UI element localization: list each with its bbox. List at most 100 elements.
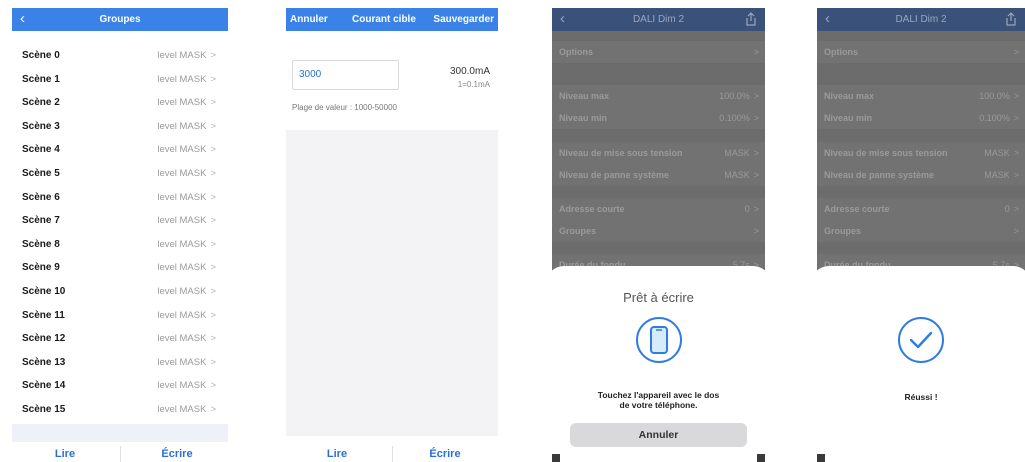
- list-item[interactable]: Scène 13 level MASK >: [12, 351, 228, 375]
- list-item[interactable]: Scène 3 level MASK >: [12, 115, 228, 139]
- setting-value: 0 >: [1005, 204, 1019, 214]
- settings-row: Niveau de mise sous tension MASK >: [552, 142, 765, 164]
- setting-value: MASK >: [984, 148, 1019, 158]
- chevron-right-icon: >: [210, 168, 216, 179]
- setting-name: Groupes: [824, 226, 862, 236]
- settings-row: Niveau de panne système MASK >: [817, 164, 1025, 186]
- scene-value: level MASK >: [157, 357, 216, 368]
- scene-name: Scène 15: [22, 404, 66, 415]
- chevron-right-icon: >: [210, 144, 216, 156]
- list-item[interactable]: Scène 6 level MASK >: [12, 186, 228, 210]
- reading-unit: 1=0.1mA: [457, 80, 490, 89]
- scene-name: Scène 14: [22, 380, 66, 392]
- sheet-title: Prêt à écrire: [623, 290, 694, 305]
- chevron-right-icon: >: [210, 191, 216, 203]
- list-item[interactable]: Scène 1 level MASK >: [12, 68, 228, 92]
- chevron-right-icon: >: [753, 113, 759, 123]
- scene-name: Scène 1: [22, 73, 60, 85]
- list-item[interactable]: Scène 8 level MASK >: [12, 233, 228, 257]
- scene-name: Scène 2: [22, 97, 60, 109]
- chevron-right-icon: >: [753, 91, 759, 101]
- current-value-input[interactable]: 3000: [292, 60, 399, 90]
- list-item[interactable]: Scène 10 level MASK >: [12, 280, 228, 304]
- corner-mark: [817, 454, 825, 462]
- ready-sheet: Prêt à écrire Touchez l'appareil avec le…: [552, 266, 765, 462]
- read-button[interactable]: Lire: [42, 448, 88, 460]
- scene-level: level MASK: [157, 73, 207, 85]
- scene-level: level MASK: [157, 356, 207, 368]
- list-item[interactable]: Scène 14 level MASK >: [12, 374, 228, 398]
- setting-value: 100.0% >: [719, 91, 759, 101]
- scene-level: level MASK: [157, 215, 207, 227]
- setting-value-text: MASK: [984, 170, 1010, 180]
- scene-name: Scène 9: [22, 262, 60, 274]
- chevron-right-icon: >: [210, 215, 216, 227]
- scene-value: level MASK >: [157, 168, 216, 179]
- setting-value: >: [1010, 226, 1019, 236]
- scene-value: level MASK >: [157, 74, 216, 85]
- scene-value: level MASK >: [157, 239, 216, 250]
- chevron-right-icon: >: [1013, 47, 1019, 57]
- chevron-right-icon: >: [210, 404, 216, 415]
- list-item[interactable]: Scène 11 level MASK >: [12, 304, 228, 328]
- list-item[interactable]: Scène 15 level MASK >: [12, 398, 228, 422]
- list-item[interactable]: Scène 2 level MASK >: [12, 91, 228, 115]
- current-reading: 300.0mA: [449, 66, 490, 77]
- device-header: ‹ DALI Dim 2: [817, 8, 1025, 31]
- setting-value: 100.0% >: [979, 91, 1019, 101]
- setting-value-text: MASK: [984, 148, 1010, 158]
- scene-name: Scène 4: [22, 144, 60, 156]
- setting-value: >: [1010, 47, 1019, 57]
- setting-value: MASK >: [984, 170, 1019, 180]
- chevron-right-icon: >: [1013, 204, 1019, 214]
- scene-value: level MASK >: [157, 380, 216, 391]
- setting-name: Niveau max: [559, 91, 610, 101]
- chevron-right-icon: >: [210, 286, 216, 297]
- list-item[interactable]: Scène 12 level MASK >: [12, 327, 228, 351]
- scene-level: level MASK: [157, 404, 207, 415]
- settings-row: Groupes >: [817, 220, 1025, 242]
- success-text: Réussi !: [904, 392, 938, 402]
- cancel-button[interactable]: Annuler: [570, 423, 747, 447]
- chevron-right-icon: >: [210, 97, 216, 109]
- settings-row: Groupes >: [552, 220, 765, 242]
- success-sheet: Réussi !: [817, 266, 1025, 462]
- setting-name: Adresse courte: [824, 204, 890, 214]
- chevron-right-icon: >: [1013, 226, 1019, 236]
- target-current-header: Annuler Courant cible Sauvegarder: [286, 8, 498, 31]
- write-button[interactable]: Écrire: [420, 448, 470, 460]
- scene-name: Scène 6: [22, 191, 60, 203]
- scene-name: Scène 10: [22, 286, 66, 297]
- save-button[interactable]: Sauvegarder: [433, 8, 494, 31]
- setting-name: Adresse courte: [559, 204, 625, 214]
- read-button[interactable]: Lire: [314, 448, 360, 460]
- setting-value: MASK >: [724, 148, 759, 158]
- scene-value: level MASK >: [157, 50, 216, 61]
- scene-value: level MASK >: [157, 262, 216, 273]
- setting-name: Options: [824, 47, 858, 57]
- settings-row: Niveau de panne système MASK >: [552, 164, 765, 186]
- list-item[interactable]: Scène 5 level MASK >: [12, 162, 228, 186]
- chevron-right-icon: >: [1013, 148, 1019, 158]
- scene-name: Scène 5: [22, 168, 60, 179]
- chevron-right-icon: >: [210, 309, 216, 321]
- list-item[interactable]: Scène 7 level MASK >: [12, 209, 228, 233]
- chevron-right-icon: >: [210, 120, 216, 132]
- settings-row: Adresse courte 0 >: [817, 198, 1025, 220]
- cancel-button[interactable]: Annuler: [290, 8, 328, 31]
- setting-value: >: [750, 47, 759, 57]
- list-item[interactable]: Scène 4 level MASK >: [12, 138, 228, 162]
- share-icon: [746, 12, 756, 26]
- setting-name: Options: [559, 47, 593, 57]
- setting-value-text: MASK: [724, 148, 750, 158]
- device-title: DALI Dim 2: [632, 14, 685, 25]
- write-button[interactable]: Écrire: [152, 448, 202, 460]
- list-item[interactable]: Scène 0 level MASK >: [12, 44, 228, 68]
- scene-name: Scène 7: [22, 215, 60, 227]
- setting-name: Niveau de panne système: [824, 170, 935, 180]
- scene-level: level MASK: [157, 333, 207, 345]
- setting-value-text: 0: [744, 204, 750, 214]
- list-item[interactable]: Scène 9 level MASK >: [12, 256, 228, 280]
- setting-name: Niveau min: [559, 113, 608, 123]
- groups-screen: ‹ Groupes Scène 0 level MASK > Scène 1 level…: [12, 8, 228, 462]
